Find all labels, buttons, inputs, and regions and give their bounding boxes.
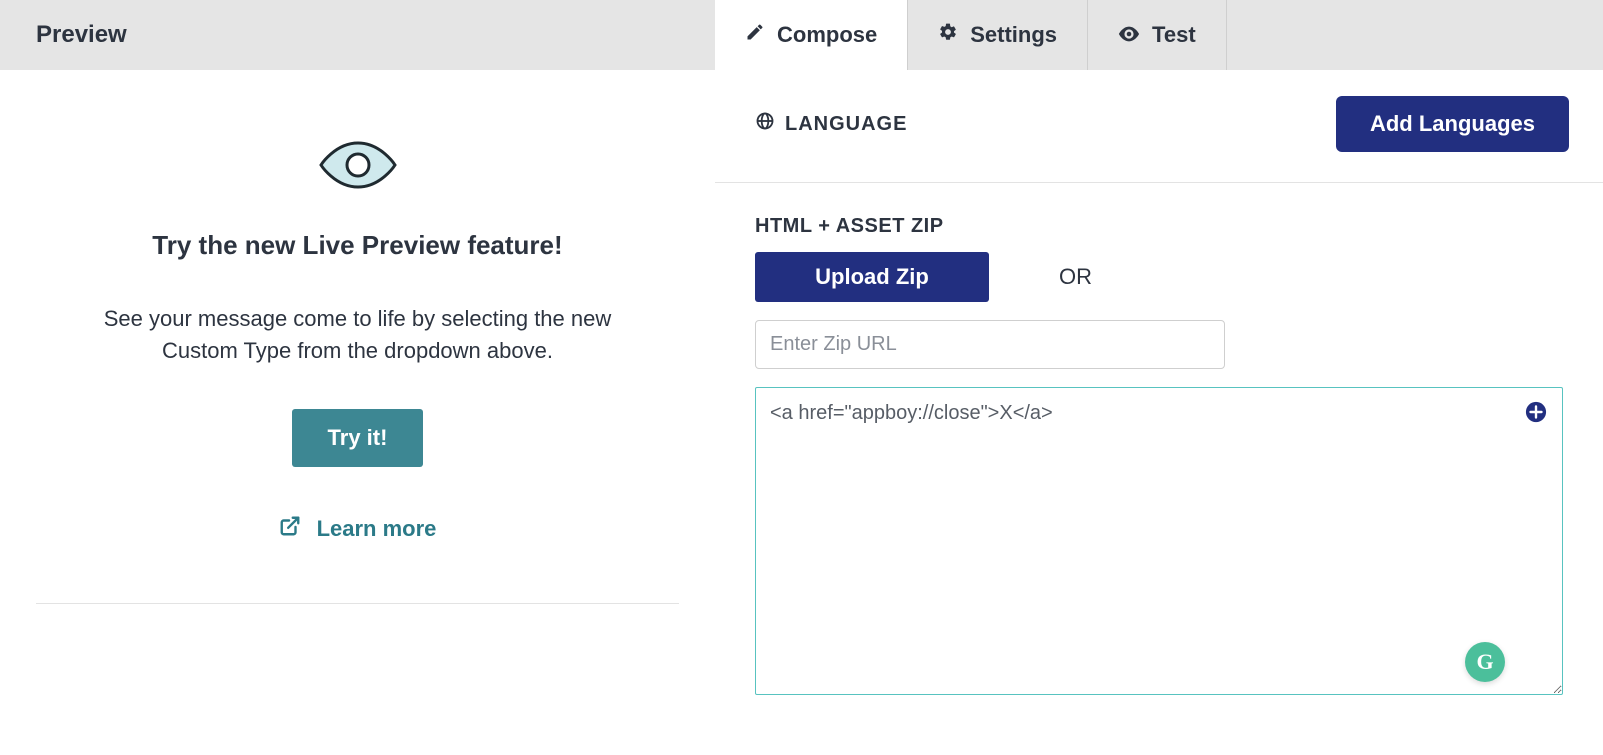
html-editor-wrap: G	[755, 387, 1563, 700]
tab-settings[interactable]: Settings	[908, 0, 1088, 70]
tab-compose-label: Compose	[777, 22, 877, 48]
zip-url-input[interactable]	[755, 320, 1225, 369]
preview-panel: Preview Try the new Live Preview feature…	[0, 0, 715, 755]
preview-body: Try the new Live Preview feature! See yo…	[0, 70, 715, 755]
or-label: OR	[1059, 264, 1092, 290]
html-asset-zip-label: HTML + ASSET ZIP	[755, 215, 1563, 238]
language-bar: LANGUAGE Add Languages	[715, 70, 1603, 183]
preview-title: Preview	[36, 21, 127, 49]
zip-row: Upload Zip OR	[755, 252, 1563, 302]
divider	[36, 603, 679, 604]
learn-more-label: Learn more	[317, 516, 437, 542]
add-languages-button[interactable]: Add Languages	[1336, 96, 1569, 152]
learn-more-link[interactable]: Learn more	[279, 515, 437, 543]
feature-title: Try the new Live Preview feature!	[30, 230, 685, 261]
pencil-icon	[745, 22, 765, 48]
eye-small-icon	[1118, 22, 1140, 48]
external-link-icon	[279, 515, 301, 543]
eye-icon	[30, 140, 685, 190]
globe-icon	[755, 111, 775, 137]
grammarly-badge[interactable]: G	[1465, 642, 1505, 682]
language-label: LANGUAGE	[785, 113, 907, 136]
tab-bar: Compose Settings Test	[715, 0, 1603, 70]
compose-body: HTML + ASSET ZIP Upload Zip OR G	[715, 183, 1603, 700]
tab-compose[interactable]: Compose	[715, 0, 908, 70]
tab-test-label: Test	[1152, 22, 1196, 48]
try-it-button[interactable]: Try it!	[292, 409, 424, 467]
compose-panel: Compose Settings Test	[715, 0, 1603, 755]
grammarly-glyph: G	[1476, 649, 1493, 675]
preview-header: Preview	[0, 0, 715, 70]
upload-zip-button[interactable]: Upload Zip	[755, 252, 989, 302]
html-editor[interactable]	[755, 387, 1563, 695]
gear-icon	[938, 22, 958, 48]
language-heading: LANGUAGE	[755, 111, 907, 137]
add-snippet-button[interactable]	[1525, 401, 1547, 423]
tab-settings-label: Settings	[970, 22, 1057, 48]
feature-description: See your message come to life by selecti…	[73, 303, 643, 367]
tab-test[interactable]: Test	[1088, 0, 1227, 70]
